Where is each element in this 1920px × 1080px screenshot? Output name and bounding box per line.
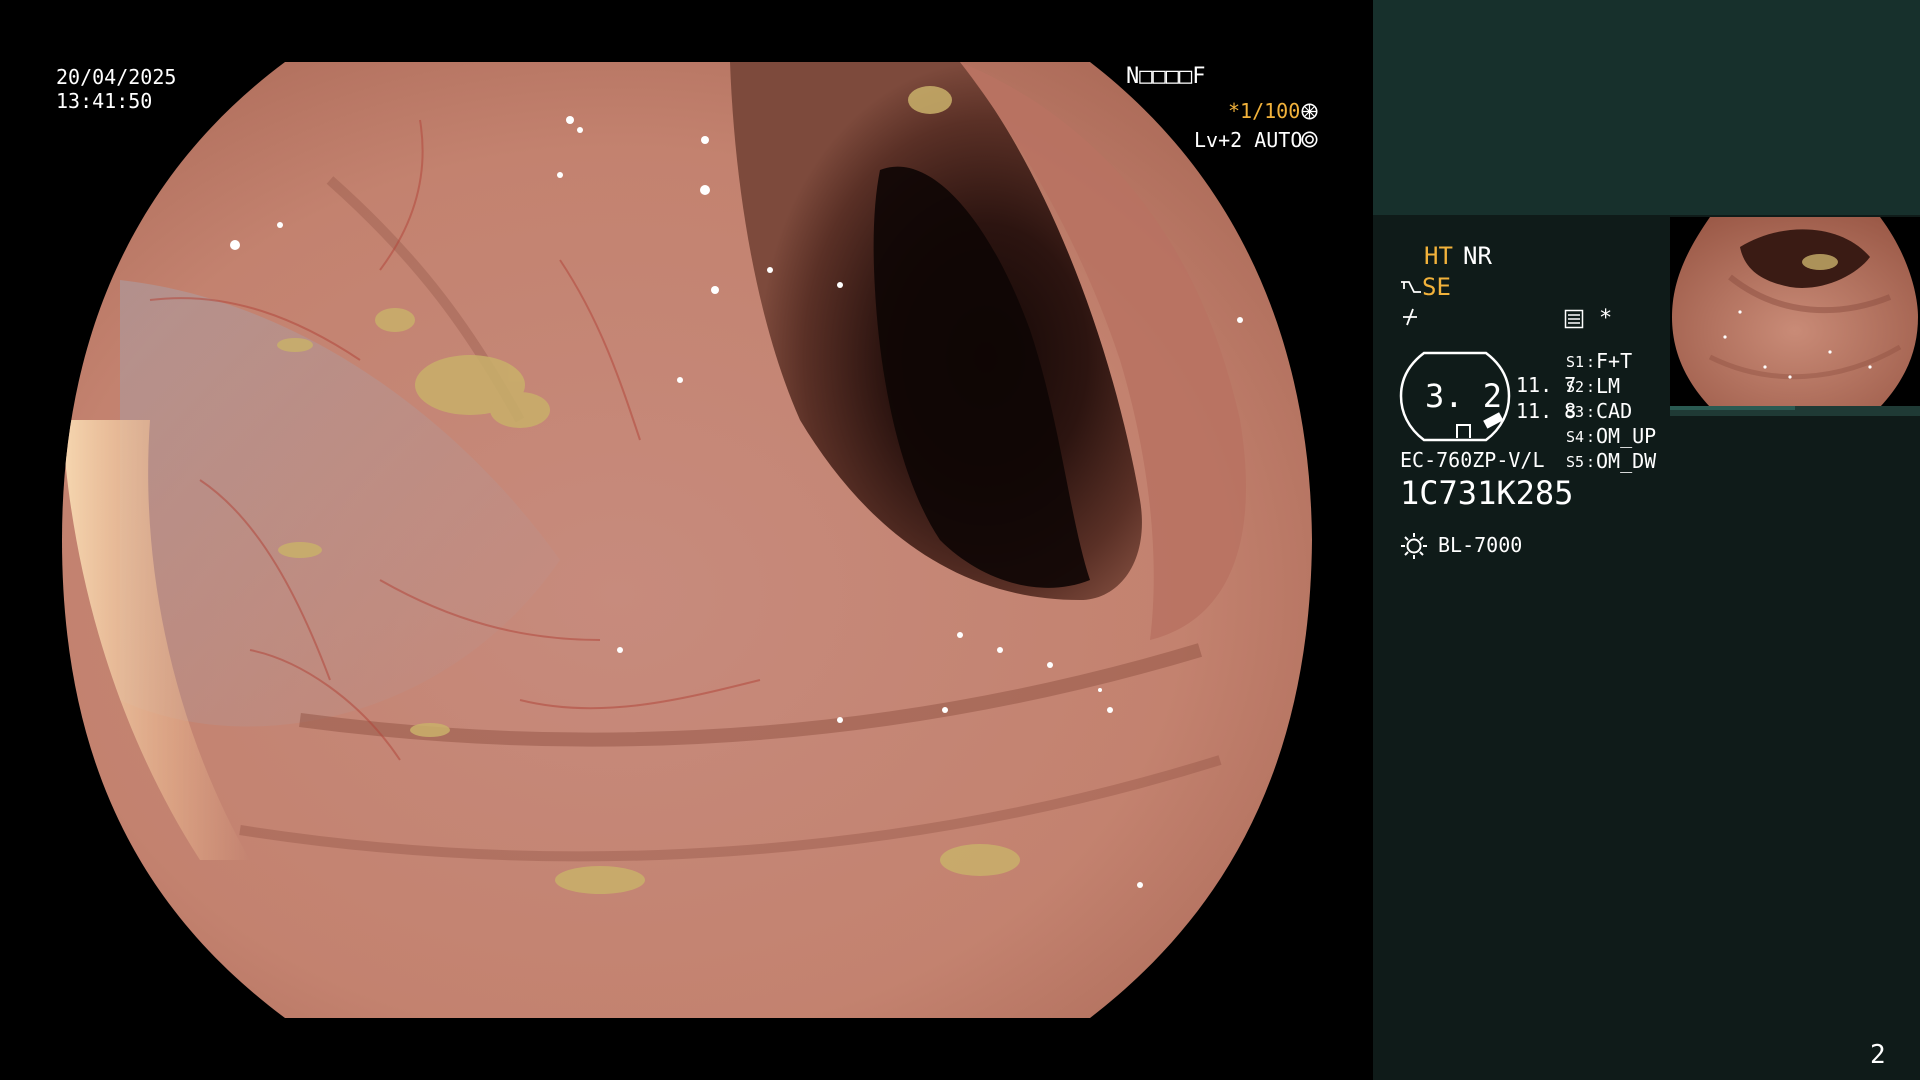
panel-header-area bbox=[1373, 0, 1920, 215]
light-source-icon bbox=[1401, 533, 1427, 559]
mode-se: SE bbox=[1422, 273, 1451, 301]
level-readout: Lv+2 AUTO bbox=[1194, 128, 1303, 152]
thumbnail-status-bar bbox=[1670, 406, 1920, 416]
endoscopic-image bbox=[62, 62, 1312, 1018]
preset-key: S2 bbox=[1566, 378, 1585, 396]
scope-model: EC-760ZP-V/L bbox=[1400, 448, 1545, 472]
patient-code: N□□□□F bbox=[1126, 64, 1206, 89]
info-panel: HT NR SE * 3. 2 11. 7 11. 8 S1 : F+T S2 … bbox=[1373, 0, 1920, 1080]
thumbnail-progress bbox=[1670, 406, 1795, 410]
preset-value: OM_DW bbox=[1596, 449, 1657, 473]
freeze-icon bbox=[1403, 308, 1417, 326]
preset-value: CAD bbox=[1596, 399, 1633, 423]
gauge-value: 3. 2 bbox=[1425, 377, 1503, 415]
mode-ht: HT bbox=[1424, 242, 1453, 270]
date-readout: 20/04/2025 bbox=[56, 65, 177, 89]
preset-key: S1 bbox=[1566, 353, 1585, 371]
page-number: 2 bbox=[1870, 1040, 1886, 1070]
mode-nr: NR bbox=[1463, 242, 1492, 270]
capture-thumbnail[interactable] bbox=[1670, 217, 1920, 415]
shutter-readout: *1/100 bbox=[1228, 99, 1301, 123]
preset-key: S4 bbox=[1566, 428, 1585, 446]
asterisk-indicator: * bbox=[1599, 306, 1613, 331]
preset-value: OM_UP bbox=[1596, 424, 1657, 448]
scope-tip-icon bbox=[1401, 281, 1421, 293]
iris-icon bbox=[1301, 131, 1318, 148]
preset-key: S5 bbox=[1566, 453, 1585, 471]
scope-serial: 1C731K285 bbox=[1400, 474, 1574, 512]
time-readout: 13:41:50 bbox=[56, 89, 153, 113]
light-source-model: BL-7000 bbox=[1438, 533, 1523, 557]
preset-value: F+T bbox=[1596, 349, 1633, 373]
preset-value: LM bbox=[1596, 374, 1621, 398]
thumbnail-image bbox=[1672, 217, 1918, 407]
settings-list-icon bbox=[1564, 309, 1584, 329]
preset-key: S3 bbox=[1566, 403, 1585, 421]
aperture-icon bbox=[1301, 103, 1318, 120]
endoscopy-view: 20/04/2025 13:41:50 N□□□□F *1/100 Lv+2 A… bbox=[0, 0, 1373, 1080]
